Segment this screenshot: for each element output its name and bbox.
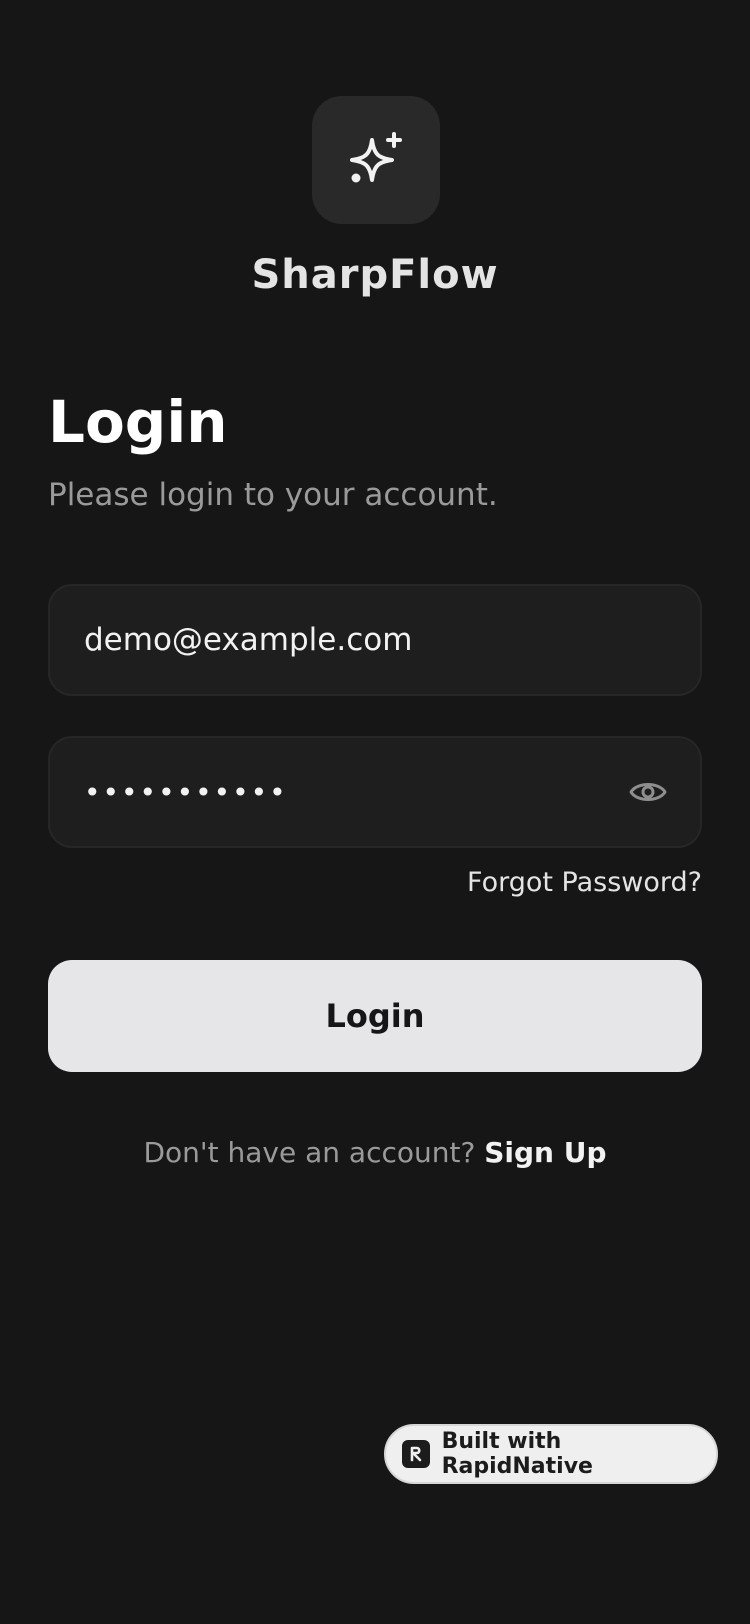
password-input[interactable] (84, 738, 626, 846)
signup-row: Don't have an account? Sign Up (0, 1136, 750, 1169)
rapidnative-logo-icon (402, 1440, 430, 1468)
forgot-password-link[interactable]: Forgot Password? (467, 867, 702, 898)
badge-label: Built with RapidNative (441, 1429, 593, 1479)
password-field[interactable] (48, 736, 702, 848)
signup-link[interactable]: Sign Up (484, 1136, 606, 1169)
email-field[interactable] (48, 584, 702, 696)
built-with-badge[interactable]: Built with RapidNative (384, 1424, 718, 1484)
email-input[interactable] (84, 586, 670, 694)
page-subtitle: Please login to your account. (48, 477, 498, 513)
login-button[interactable]: Login (48, 960, 702, 1072)
page-title: Login (48, 388, 228, 456)
app-logo (312, 96, 440, 224)
eye-icon[interactable] (626, 770, 670, 814)
login-screen: SharpFlow Login Please login to your acc… (0, 0, 750, 1624)
sparkles-icon (350, 132, 402, 183)
app-name: SharpFlow (251, 252, 499, 298)
signup-prompt: Don't have an account? (143, 1136, 476, 1169)
